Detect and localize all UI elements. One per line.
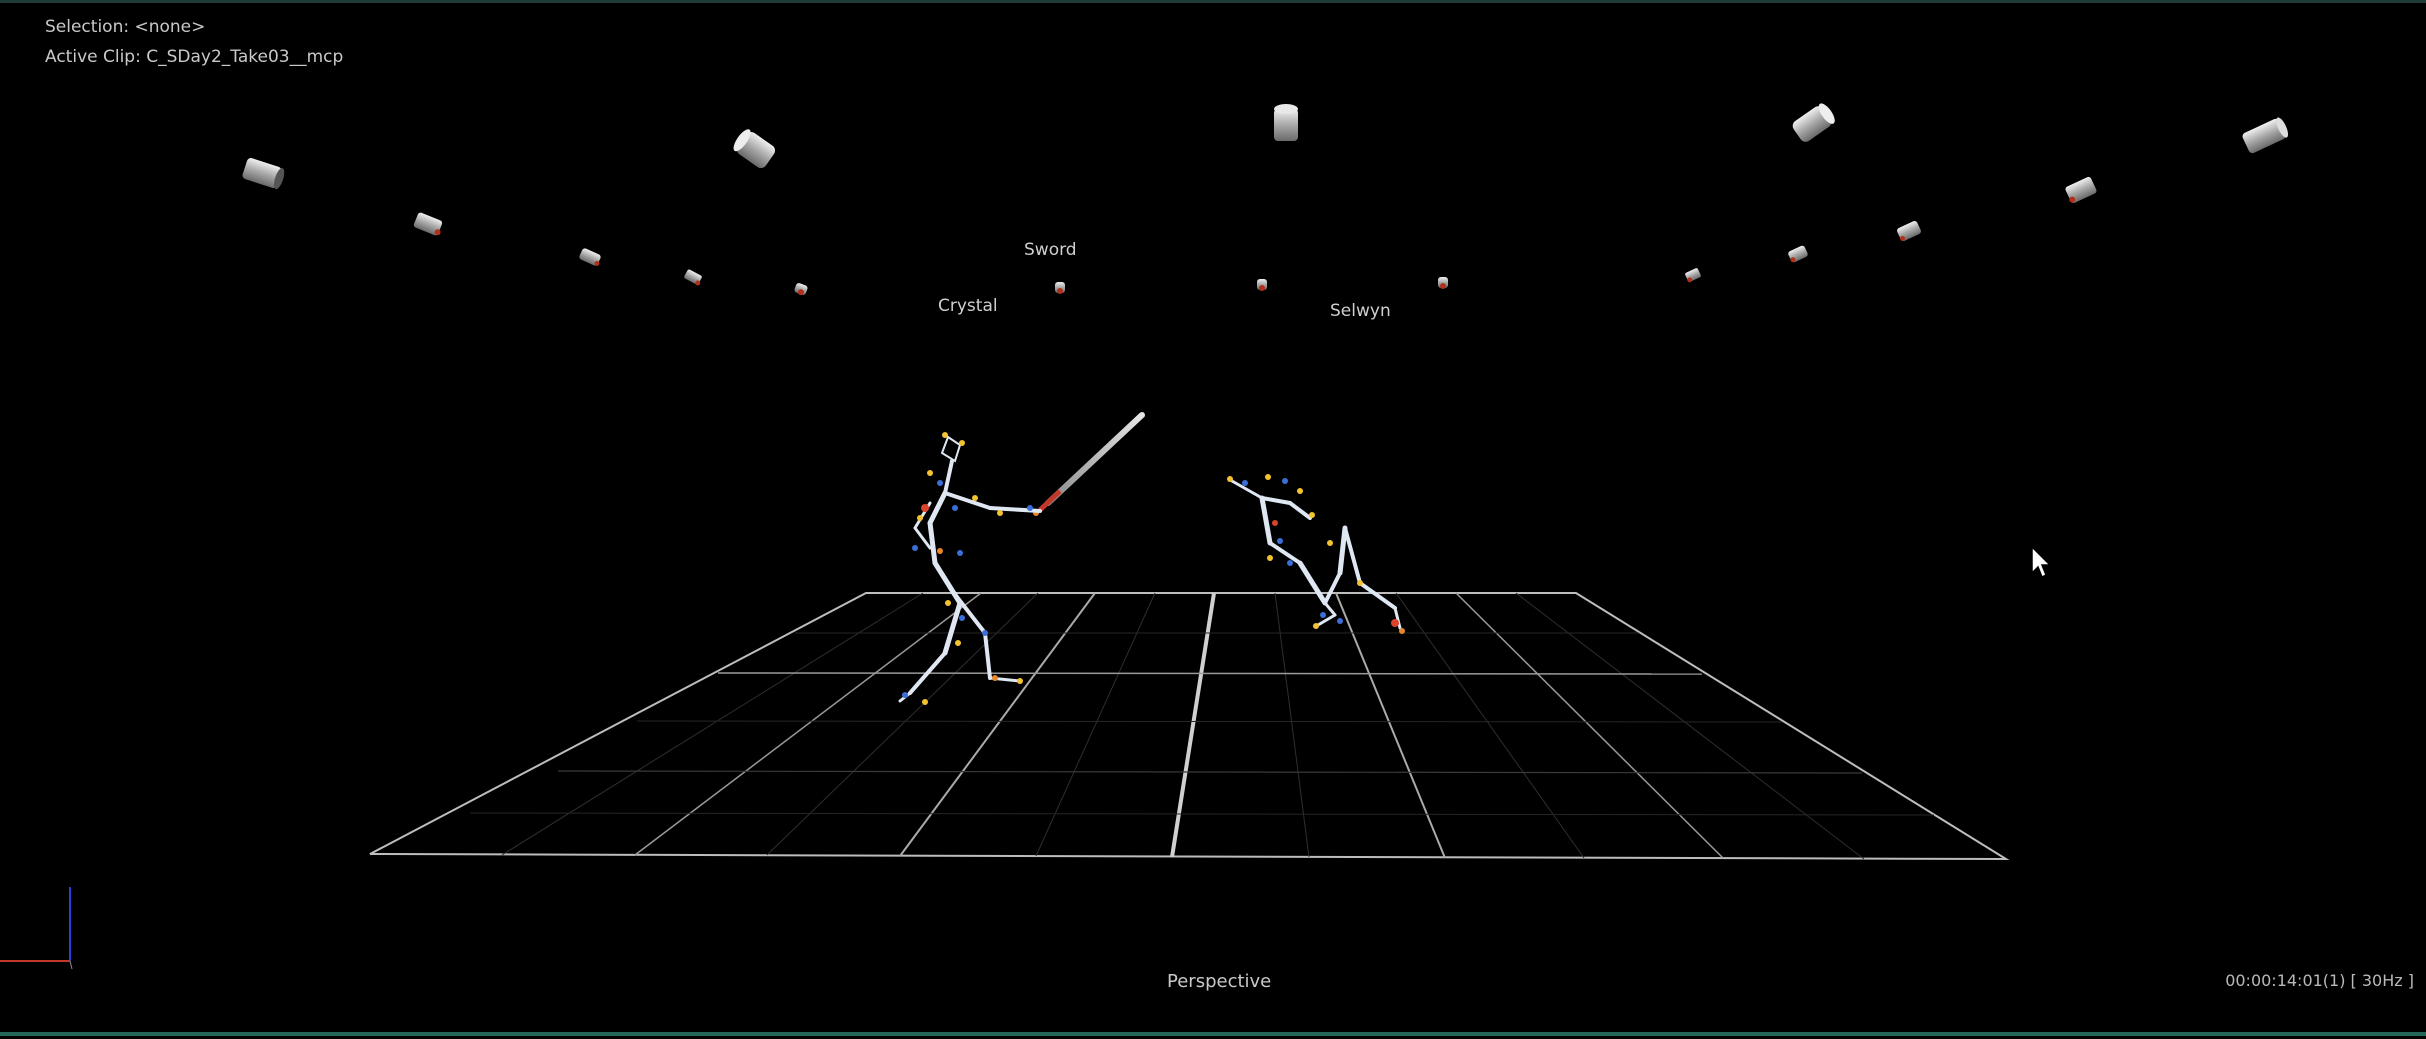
timecode-readout: 00:00:14:01(1) [ 30Hz ] xyxy=(2225,971,2414,990)
mocap-camera-icon xyxy=(579,248,601,266)
mocap-camera-icon xyxy=(1897,220,1921,242)
axis-gizmo-icon xyxy=(0,887,73,970)
subject-label-selwyn[interactable]: Selwyn xyxy=(1330,301,1391,321)
mocap-camera-icon xyxy=(1792,103,1835,142)
view-name-label[interactable]: Perspective xyxy=(1167,971,1271,992)
mocap-camera-icon xyxy=(1055,282,1065,294)
crystal-skeleton[interactable] xyxy=(898,435,1042,703)
subject-label-sword[interactable]: Sword xyxy=(1024,240,1077,260)
mocap-camera-icon xyxy=(1438,277,1448,289)
mouse-pointer-icon xyxy=(2031,545,2052,579)
3d-viewport[interactable]: Selection: <none> Active Clip: C_SDay2_T… xyxy=(0,0,2426,1036)
mocap-camera-icon xyxy=(794,283,808,296)
mocap-camera-icon xyxy=(1257,279,1267,291)
selwyn-skeleton[interactable] xyxy=(1230,479,1402,630)
crystal-markers xyxy=(902,432,1033,705)
mocap-camera-icon xyxy=(684,269,702,286)
mocap-camera-icon xyxy=(1788,245,1808,263)
mocap-camera-icon xyxy=(242,158,285,190)
sword-prop[interactable] xyxy=(1033,412,1145,516)
mocap-camera-icon xyxy=(733,129,776,169)
mocap-camera-icon xyxy=(2242,117,2289,154)
camera-array xyxy=(242,103,2289,296)
mocap-camera-icon xyxy=(2065,176,2097,204)
subject-label-crystal[interactable]: Crystal xyxy=(938,296,998,316)
floor-grid xyxy=(369,592,2010,861)
selwyn-markers xyxy=(1227,474,1405,634)
mocap-camera-icon xyxy=(1685,268,1701,283)
mocap-camera-icon xyxy=(1274,104,1298,141)
mocap-camera-icon xyxy=(413,212,443,236)
scene-canvas[interactable] xyxy=(0,3,2426,1039)
